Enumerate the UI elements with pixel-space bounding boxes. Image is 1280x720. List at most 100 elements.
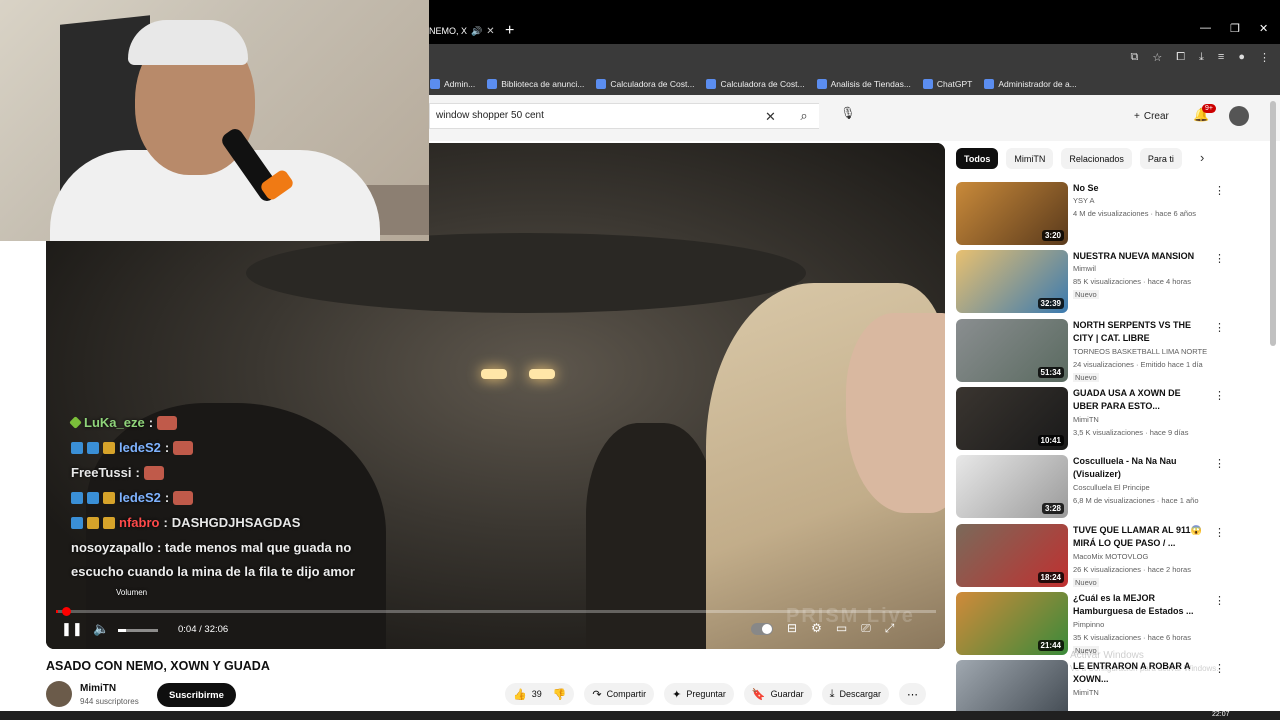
bookmark-item[interactable]: Biblioteca de anunci... (487, 79, 584, 89)
recommendation-item[interactable]: 3:20 No Se YSY A 4 M de visualizaciones · h… (956, 182, 1236, 246)
more-actions-button[interactable]: ⋯ (899, 683, 927, 705)
video-thumbnail[interactable]: 3:20 (956, 182, 1068, 245)
channel-name[interactable]: MimiTN (80, 683, 116, 694)
recommendation-item[interactable]: 10:41 GUADA USA A XOWN DE UBER PARA ESTO.… (956, 386, 1236, 451)
recommendation-item[interactable]: 18:24 TUVE QUE LLAMAR AL 911😱 MIRÁ LO QUE… (956, 523, 1236, 588)
chat-badge-icon (87, 491, 99, 504)
video-thumbnail[interactable]: 51:34 (956, 318, 1068, 382)
pause-icon[interactable]: ❚❚ (61, 621, 83, 637)
video-thumbnail[interactable]: 32:39 (956, 250, 1068, 314)
recommendation-item[interactable]: 51:34 NORTH SERPENTS VS THE CITY | CAT. L… (956, 318, 1236, 383)
speaker-icon[interactable]: 🔊 (471, 26, 482, 37)
car-roof (246, 233, 806, 313)
recommendation-title[interactable]: GUADA USA A XOWN DE UBER PARA ESTO... (1073, 387, 1208, 413)
recommendation-channel[interactable]: MimiTN (1073, 688, 1099, 697)
video-thumbnail[interactable]: 21:44 (956, 591, 1068, 655)
video-thumbnail[interactable]: 10:41 (956, 386, 1068, 450)
scrollbar[interactable] (1270, 101, 1276, 346)
menu-icon[interactable]: ⋮ (1259, 51, 1270, 64)
avatar[interactable] (1229, 106, 1249, 126)
recommendation-channel[interactable]: YSY A (1073, 196, 1095, 205)
chip-mimitn[interactable]: MimiTN (1006, 148, 1054, 169)
recommendation-title[interactable]: ¿Cuál es la MEJOR Hamburguesa de Estados… (1073, 592, 1208, 618)
clear-icon[interactable]: ✕ (765, 109, 776, 125)
more-options-icon[interactable]: ⋮ (1214, 457, 1225, 470)
star-icon[interactable]: ☆ (1152, 51, 1162, 64)
recommendation-meta: 3,5 K visualizaciones · hace 9 días (1073, 427, 1189, 437)
chip-para-ti[interactable]: Para ti (1139, 148, 1182, 169)
search-icon[interactable]: ⌕ (790, 103, 818, 129)
recommendation-channel[interactable]: Mimwil (1073, 264, 1096, 273)
save-button[interactable]: 🔖 Guardar (743, 683, 812, 705)
settings-icon[interactable]: ⚙ (811, 621, 822, 636)
more-options-icon[interactable]: ⋮ (1214, 184, 1225, 197)
bookmark-item[interactable]: Calculadora de Cost... (706, 79, 805, 89)
close-window-icon[interactable]: ✕ (1259, 22, 1268, 35)
volume-slider[interactable] (118, 629, 158, 632)
recommendation-item[interactable]: 3:28 Cosculluela - Na Na Nau (Visualizer)… (956, 455, 1236, 519)
fullscreen-icon[interactable]: ⤢ (885, 621, 895, 636)
chat-username: FreeTussi (71, 465, 132, 480)
video-title: ASADO CON NEMO, XOWN Y GUADA (46, 659, 270, 673)
minimize-icon[interactable]: — (1200, 22, 1211, 34)
cast-icon[interactable]: ⧉ (1131, 51, 1139, 64)
progress-bar[interactable] (56, 607, 936, 616)
recommendation-item[interactable]: 21:44 ¿Cuál es la MEJOR Hamburguesa de Es… (956, 591, 1236, 656)
miniplayer-icon[interactable]: ▭ (836, 621, 847, 636)
recommendation-channel[interactable]: TORNEOS BASKETBALL LIMA NORTE (1073, 347, 1207, 356)
bookmark-label: ChatGPT (936, 79, 973, 89)
cast-icon[interactable]: ⎚ (861, 621, 871, 636)
recommendation-title[interactable]: TUVE QUE LLAMAR AL 911😱 MIRÁ LO QUE PASO… (1073, 524, 1208, 550)
new-tab-button[interactable]: + (505, 22, 514, 40)
more-options-icon[interactable]: ⋮ (1214, 321, 1225, 334)
more-options-icon[interactable]: ⋮ (1214, 594, 1225, 607)
media-icon[interactable]: ≡ (1218, 51, 1224, 64)
recommendation-channel[interactable]: MacoMix MOTOVLOG (1073, 552, 1148, 561)
chip-todos[interactable]: Todos (956, 148, 999, 169)
subscribe-button[interactable]: Suscribirme (157, 683, 236, 707)
subtitles-icon[interactable]: ⊟ (787, 621, 797, 636)
extensions-icon[interactable]: ⧠ (1176, 51, 1185, 64)
recommendation-title[interactable]: Cosculluela - Na Na Nau (Visualizer) (1073, 455, 1208, 481)
recommendation-title[interactable]: NUESTRA NUEVA MANSION (1073, 250, 1208, 263)
bookmark-item[interactable]: Administrador de a... (984, 79, 1077, 89)
recommendation-channel[interactable]: MimiTN (1073, 415, 1099, 424)
more-options-icon[interactable]: ⋮ (1214, 252, 1225, 265)
more-options-icon[interactable]: ⋮ (1214, 389, 1225, 402)
video-thumbnail[interactable]: 18:24 (956, 523, 1068, 587)
browser-tab[interactable]: NEMO, X 🔊 ✕ (429, 18, 497, 44)
create-button[interactable]: + Crear (1126, 106, 1177, 126)
chevron-right-icon[interactable]: › (1200, 150, 1204, 165)
chat-badge-icon (71, 516, 83, 529)
recommendation-title[interactable]: NORTH SERPENTS VS THE CITY | CAT. LIBRE (1073, 319, 1208, 345)
profile-icon[interactable]: ● (1238, 51, 1245, 64)
volume-icon[interactable]: 🔈 (93, 621, 109, 637)
share-button[interactable]: ↷ Compartir (584, 683, 655, 705)
scrubber-handle[interactable] (62, 607, 71, 616)
like-button[interactable]: 👍 39 👎 (505, 683, 575, 705)
share-label: Compartir (606, 689, 647, 699)
channel-avatar[interactable] (46, 681, 72, 707)
bookmark-item[interactable]: Analisis de Tiendas... (816, 79, 911, 89)
bookmark-item[interactable]: Admin... (430, 79, 475, 89)
close-tab-icon[interactable]: ✕ (486, 26, 494, 37)
bookmark-item[interactable]: Calculadora de Cost... (596, 79, 694, 89)
restore-icon[interactable]: ❐ (1230, 22, 1240, 35)
autoplay-toggle[interactable] (751, 623, 773, 635)
recommendation-title[interactable]: No Se (1073, 182, 1208, 195)
chat-badge-icon (87, 516, 99, 529)
chip-relacionados[interactable]: Relacionados (1061, 148, 1132, 169)
recommendation-item[interactable]: 32:39 NUESTRA NUEVA MANSION Mimwil 85 K vis… (956, 250, 1236, 314)
more-options-icon[interactable]: ⋮ (1214, 526, 1225, 539)
recommendation-channel[interactable]: Cosculluela El Principe (1073, 483, 1150, 492)
ask-button[interactable]: ✦ Preguntar (664, 683, 734, 705)
recommendation-channel[interactable]: Pimpinno (1073, 620, 1104, 629)
bookmark-item[interactable]: ChatGPT (922, 79, 973, 89)
mic-icon[interactable]: 🎙 (838, 106, 858, 126)
search-input[interactable]: window shopper 50 cent ✕ (429, 103, 819, 129)
download-button[interactable]: ⤓ Descargar (821, 683, 890, 705)
video-thumbnail[interactable]: 3:28 (956, 455, 1068, 519)
thumbs-down-icon[interactable]: 👎 (553, 688, 567, 701)
download-icon[interactable]: ⤓ (1199, 51, 1204, 64)
chat-badge-icon (103, 516, 115, 529)
